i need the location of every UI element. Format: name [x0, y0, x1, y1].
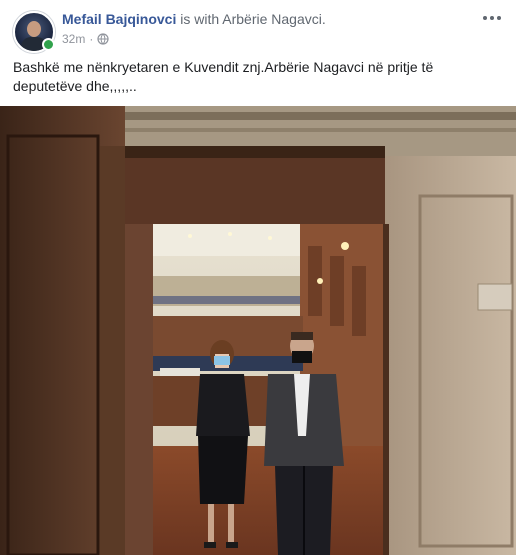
with-text: is with	[176, 11, 223, 27]
more-options-icon	[497, 16, 501, 20]
photo-illustration	[0, 106, 516, 555]
post-meta: 32m ·	[62, 31, 109, 47]
meta-separator: ·	[89, 32, 94, 46]
author-line: Mefail Bajqinovci is with Arbërie Nagavc…	[62, 10, 326, 28]
online-status-icon	[42, 38, 55, 51]
post-timestamp[interactable]: 32m	[62, 31, 85, 47]
door-plaque	[477, 283, 513, 311]
author-name-link[interactable]: Mefail Bajqinovci	[62, 11, 176, 27]
avatar-face	[27, 21, 41, 37]
right-door	[385, 156, 516, 555]
more-options-icon	[483, 16, 487, 20]
more-options-icon	[490, 16, 494, 20]
globe-icon[interactable]	[97, 33, 109, 45]
tagged-person-link[interactable]: Arbërie Nagavci	[222, 11, 322, 27]
post-header: Mefail Bajqinovci is with Arbërie Nagavc…	[0, 0, 516, 53]
door-frame	[125, 156, 385, 224]
post-text: Bashkë me nënkryetaren e Kuvendit znj.Ar…	[13, 59, 434, 94]
post-photo[interactable]	[0, 106, 516, 555]
facebook-post: Mefail Bajqinovci is with Arbërie Nagavc…	[0, 0, 516, 555]
more-options-button[interactable]	[480, 8, 504, 28]
tagged-suffix: .	[321, 11, 326, 27]
